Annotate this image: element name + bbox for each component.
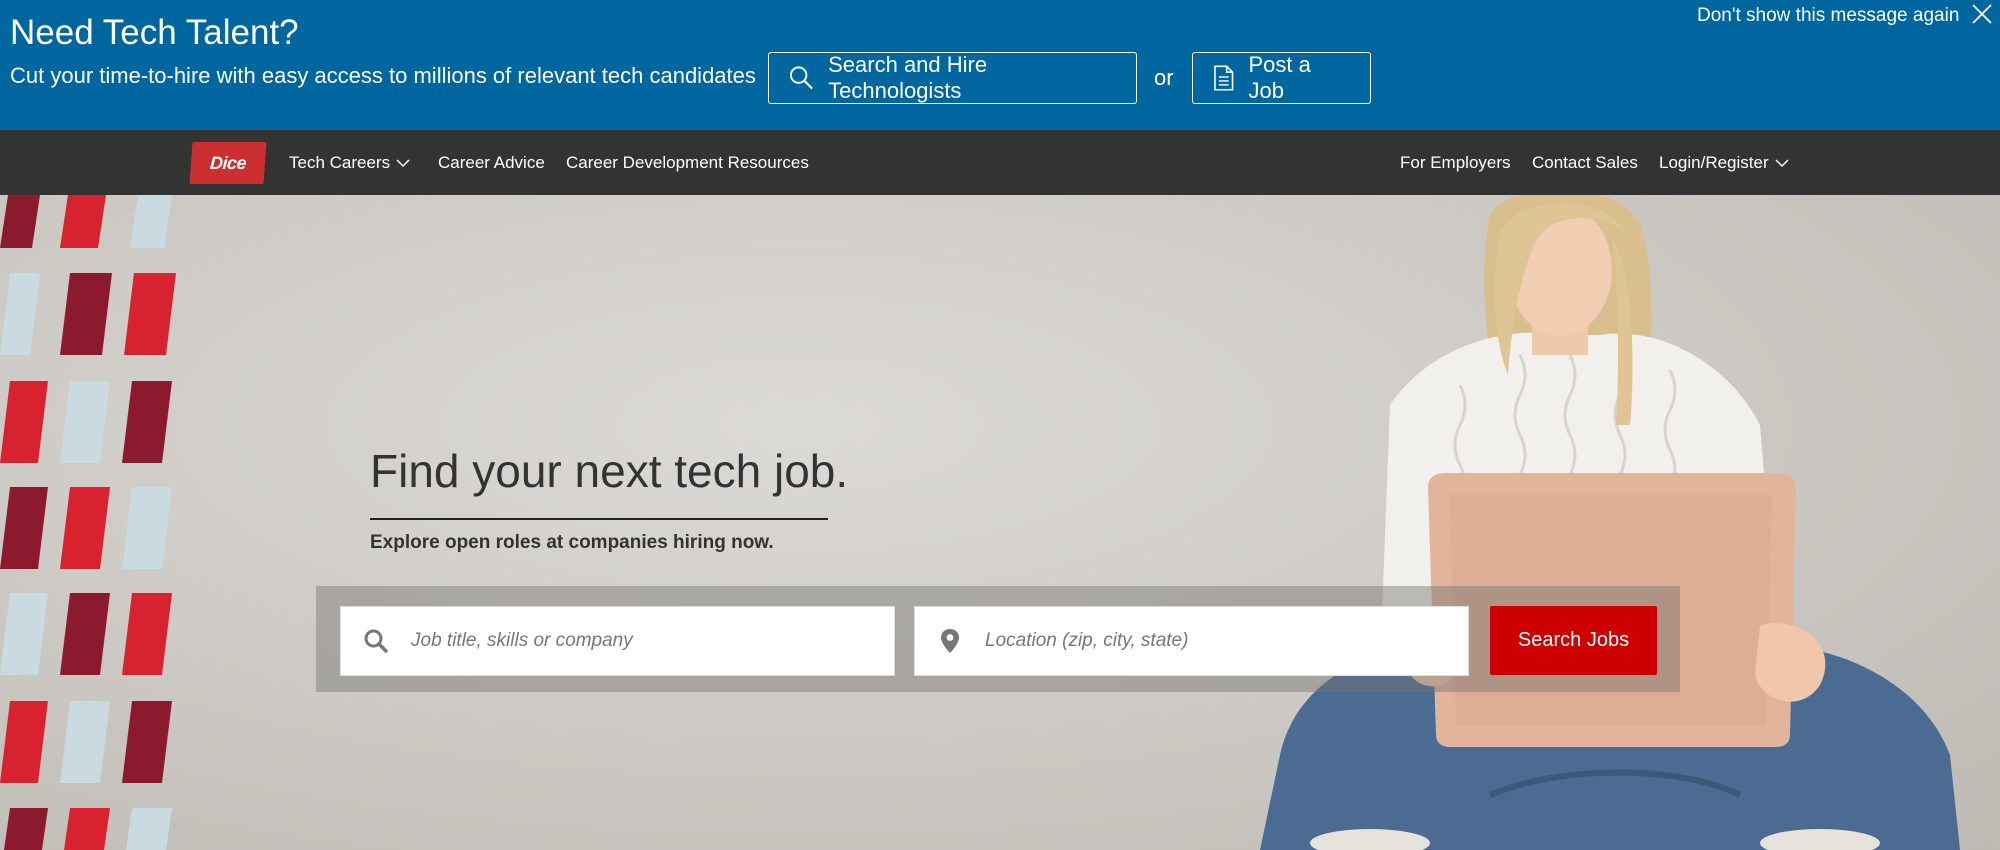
post-a-job-button[interactable]: Post a Job (1192, 52, 1371, 104)
search-icon (341, 628, 411, 654)
job-search-input[interactable] (411, 607, 894, 675)
promo-or-text: or (1154, 65, 1174, 90)
nav-login-register-label: Login/Register (1659, 153, 1769, 172)
job-search-panel: Search Jobs (316, 586, 1680, 692)
promo-subtitle: Cut your time-to-hire with easy access t… (10, 63, 756, 88)
nav-career-advice-label: Career Advice (438, 153, 545, 172)
nav-career-advice[interactable]: Career Advice (438, 152, 545, 174)
nav-contact-sales-label: Contact Sales (1532, 153, 1638, 172)
location-input[interactable] (985, 607, 1468, 675)
logo-text: Dice (209, 152, 247, 173)
nav-tech-careers[interactable]: Tech Careers (289, 152, 410, 174)
close-icon[interactable] (1971, 3, 1993, 25)
nav-for-employers-label: For Employers (1400, 153, 1511, 172)
document-icon (1214, 65, 1234, 91)
map-pin-icon (915, 628, 985, 654)
post-a-job-label: Post a Job (1248, 52, 1311, 103)
nav-career-development-label: Career Development Resources (566, 153, 809, 172)
promo-title: Need Tech Talent? (10, 13, 299, 52)
nav-contact-sales[interactable]: Contact Sales (1532, 152, 1638, 174)
location-field[interactable] (914, 606, 1469, 676)
search-and-hire-label: Search and Hire Technologists (828, 52, 988, 103)
hero-section: Find your next tech job. Explore open ro… (0, 195, 2000, 850)
main-navigation: Dice Tech Careers Career Advice Career D… (0, 130, 2000, 195)
nav-login-register[interactable]: Login/Register (1659, 152, 1789, 174)
chevron-down-icon (1775, 159, 1789, 168)
dismiss-message-link[interactable]: Don't show this message again (1697, 4, 1959, 28)
hero-subtitle: Explore open roles at companies hiring n… (370, 532, 774, 553)
search-and-hire-button[interactable]: Search and Hire Technologists (768, 52, 1137, 104)
person-with-laptop-image (1260, 195, 1960, 850)
job-search-field[interactable] (340, 606, 895, 676)
nav-career-development[interactable]: Career Development Resources (566, 152, 809, 174)
employer-promo-banner: Need Tech Talent? Cut your time-to-hire … (0, 0, 2000, 130)
title-underline (370, 518, 828, 520)
search-icon (789, 66, 813, 90)
dice-logo[interactable]: Dice (189, 142, 267, 184)
nav-tech-careers-label: Tech Careers (289, 153, 391, 172)
nav-for-employers[interactable]: For Employers (1400, 152, 1511, 174)
hero-title: Find your next tech job. (370, 445, 849, 497)
chevron-down-icon (396, 159, 410, 168)
search-jobs-button[interactable]: Search Jobs (1490, 606, 1657, 675)
decorative-stripes (0, 195, 176, 850)
